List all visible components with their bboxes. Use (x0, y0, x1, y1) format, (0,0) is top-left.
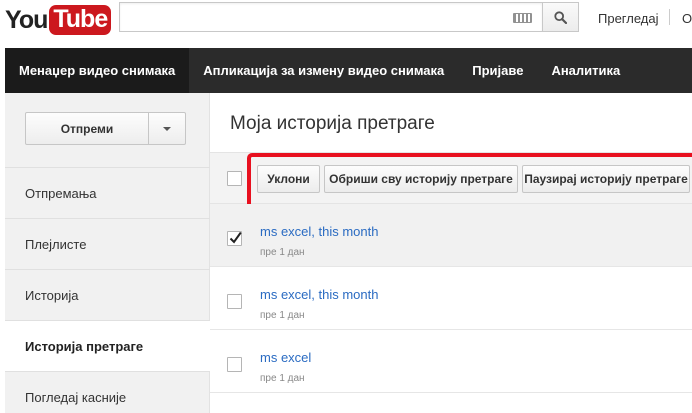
tab-video-editor[interactable]: Апликација за измену видео снимака (189, 48, 458, 93)
search-box (119, 2, 542, 32)
logo-tube-text: Tube (49, 5, 112, 35)
masthead: You Tube Прегледај О (0, 0, 692, 48)
sidebar-item-history[interactable]: Историја (5, 269, 210, 320)
browse-link[interactable]: Прегледај (598, 11, 659, 26)
upload-dropdown-button[interactable] (149, 112, 186, 145)
search-timestamp: пре 1 дан (260, 310, 305, 321)
row-checkbox[interactable] (227, 357, 242, 372)
page-title: Моја историја претраге (230, 113, 435, 134)
search-timestamp: пре 1 дан (260, 247, 305, 258)
search-button[interactable] (542, 2, 579, 32)
logo-you-text: You (5, 5, 48, 34)
row-checkbox[interactable] (227, 231, 242, 246)
main-content: Моја историја претраге Уклони Обриши сву… (210, 93, 692, 413)
pause-history-button[interactable]: Паузирај историју претраге (522, 165, 690, 193)
sidebar: Отпреми Отпремања Плејлисте Историја Ист… (5, 93, 210, 413)
list-item: ms excel пре 1 дан (210, 330, 692, 393)
list-item: ms excel, this month пре 1 дан (210, 204, 692, 267)
select-all-checkbox[interactable] (227, 171, 242, 186)
search-query-link[interactable]: ms excel, this month (260, 224, 379, 239)
remove-button[interactable]: Уклони (257, 165, 320, 193)
sidebar-item-uploads[interactable]: Отпремања (5, 167, 210, 218)
tab-video-manager[interactable]: Менаџер видео снимака (5, 48, 190, 93)
header-divider (669, 9, 670, 25)
sidebar-item-search-history[interactable]: Историја претраге (5, 320, 210, 371)
sidebar-item-watch-later[interactable]: Погледај касније (5, 371, 210, 413)
search-timestamp: пре 1 дан (260, 373, 305, 384)
search-input[interactable] (120, 3, 500, 31)
youtube-logo[interactable]: You Tube (5, 4, 112, 36)
search-query-link[interactable]: ms excel, this month (260, 287, 379, 302)
upload-button[interactable]: Отпреми (25, 112, 149, 145)
tab-analytics[interactable]: Аналитика (537, 48, 634, 93)
clear-all-history-button[interactable]: Обриши сву историју претраге (324, 165, 518, 193)
history-list: ms excel, this month пре 1 дан ms excel,… (210, 204, 692, 393)
tab-reports[interactable]: Пријаве (458, 48, 537, 93)
creator-nav: Менаџер видео снимака Апликација за изме… (5, 48, 692, 93)
header-clipped-link[interactable]: О (682, 11, 692, 26)
keyboard-icon[interactable] (513, 13, 532, 23)
list-item: ms excel, this month пре 1 дан (210, 267, 692, 330)
checkmark-icon (229, 231, 242, 244)
row-checkbox[interactable] (227, 294, 242, 309)
search-icon (554, 10, 567, 24)
sidebar-nav: Отпремања Плејлисте Историја Историја пр… (5, 167, 210, 413)
chevron-down-icon (163, 126, 171, 131)
search-query-link[interactable]: ms excel (260, 350, 311, 365)
sidebar-item-playlists[interactable]: Плејлисте (5, 218, 210, 269)
upload-button-group: Отпреми (25, 112, 186, 145)
history-toolbar: Уклони Обриши сву историју претраге Пауз… (210, 152, 692, 213)
